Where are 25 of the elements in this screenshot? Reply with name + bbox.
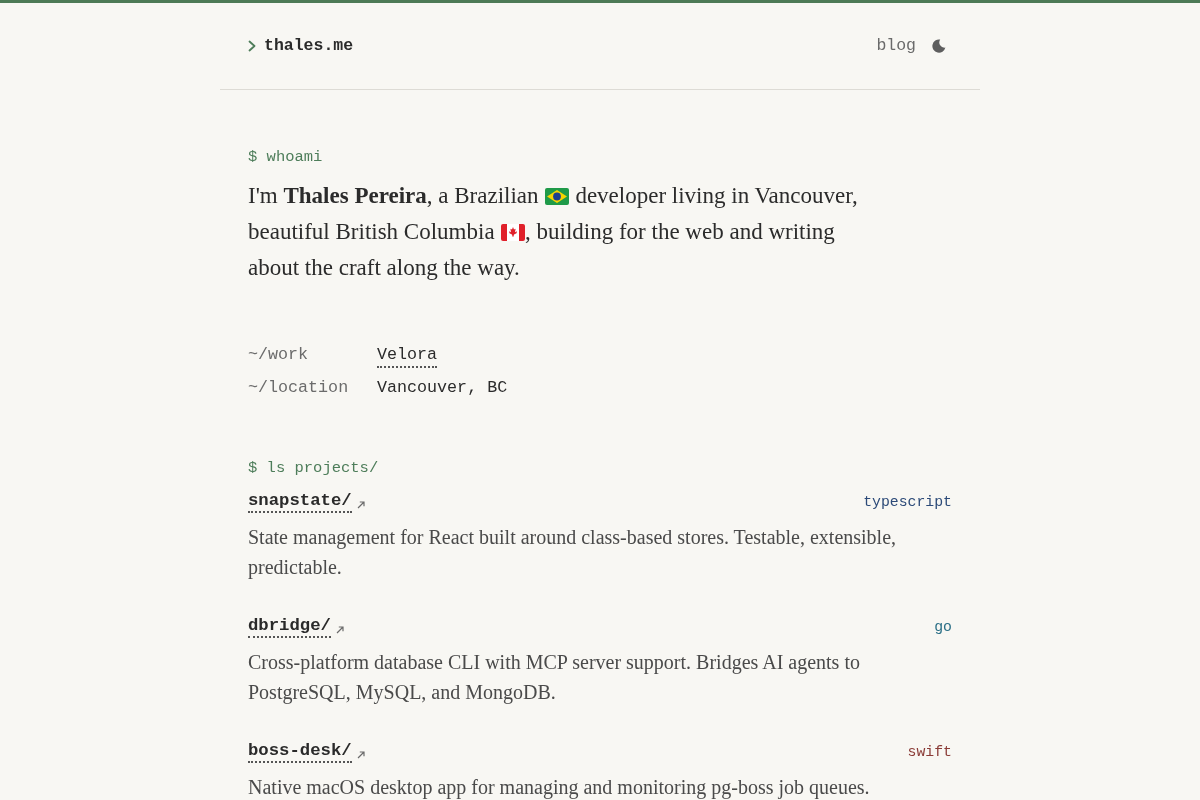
brazil-flag-icon xyxy=(544,188,569,205)
info-label: ~/location xyxy=(248,377,350,399)
project-link[interactable]: boss-desk/ xyxy=(248,741,352,763)
project-link[interactable]: dbridge/ xyxy=(248,616,331,638)
info-value: Vancouver, BC xyxy=(377,377,508,399)
blog-link[interactable]: blog xyxy=(876,35,916,57)
bio-paragraph: I'm Thales Pereira, a Brazilian developer living in Vancouver, beautiful British Columbia , building for the web and writing about the craft along the way. xyxy=(248,182,859,282)
chevron-icon xyxy=(248,40,256,52)
project-description: Cross-platform database CLI with MCP server support. Bridges AI agents to PostgreSQL, MySQL, and MongoDB. xyxy=(248,650,861,706)
language-tag: go xyxy=(934,617,952,637)
command-prompt: $ ls projects/ xyxy=(248,458,379,478)
command-prompt: $ whoami xyxy=(248,147,323,167)
moon-icon[interactable] xyxy=(932,39,946,53)
canada-flag-icon xyxy=(501,224,526,241)
info-label: ~/work xyxy=(248,344,310,366)
project-link[interactable]: snapstate/ xyxy=(248,491,352,513)
language-tag: swift xyxy=(907,742,952,762)
site-name-link[interactable]: thales.me xyxy=(264,35,354,57)
arrow-icon xyxy=(356,751,365,759)
info-link[interactable]: Velora xyxy=(377,344,438,368)
project-description: Native macOS desktop app for managing and monitoring pg-boss job queues. xyxy=(248,775,871,800)
project-description: State management for React built around class-based stores. Testable, extensible, predictable. xyxy=(248,525,898,581)
language-tag: typescript xyxy=(863,492,952,512)
arrow-icon xyxy=(356,501,365,509)
arrow-icon xyxy=(335,626,344,634)
